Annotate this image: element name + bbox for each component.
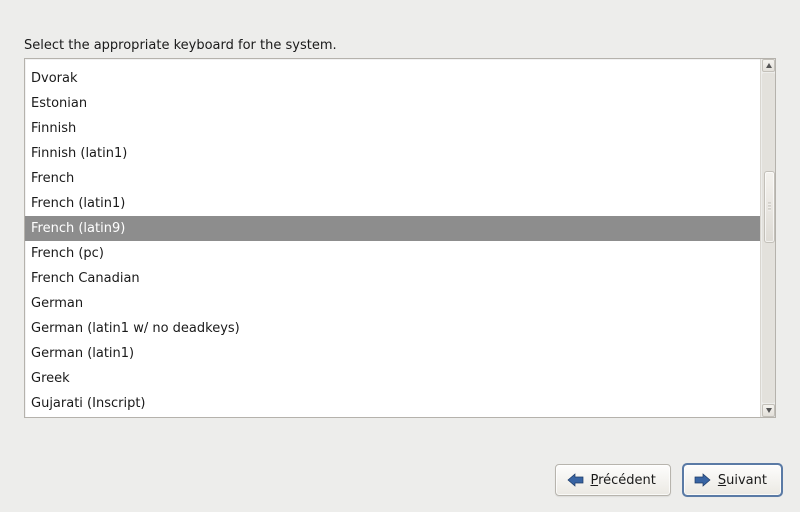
arrow-right-icon (694, 473, 712, 487)
list-item[interactable]: Greek (25, 366, 761, 391)
list-item[interactable]: French (latin1) (25, 191, 761, 216)
scrollbar[interactable] (760, 59, 775, 417)
scroll-down-button[interactable] (762, 404, 775, 417)
list-item[interactable]: Finnish (25, 116, 761, 141)
arrow-left-icon (566, 473, 584, 487)
list-item[interactable]: Dvorak (25, 66, 761, 91)
list-item[interactable]: French (25, 166, 761, 191)
list-item[interactable]: French (latin9) (25, 216, 761, 241)
scroll-up-button[interactable] (762, 59, 775, 72)
next-button[interactable]: Suivant (683, 464, 782, 496)
prompt-label: Select the appropriate keyboard for the … (24, 38, 337, 53)
scrollbar-trough[interactable] (762, 73, 775, 403)
button-bar: Précédent Suivant (555, 464, 782, 496)
list-item[interactable]: French (pc) (25, 241, 761, 266)
list-item[interactable]: Gujarati (Inscript) (25, 391, 761, 416)
chevron-up-icon (766, 63, 772, 68)
list-item[interactable]: German (25, 291, 761, 316)
chevron-down-icon (766, 408, 772, 413)
scrollbar-thumb[interactable] (764, 171, 775, 243)
list-item[interactable]: French Canadian (25, 266, 761, 291)
list-item[interactable]: Estonian (25, 91, 761, 116)
back-button[interactable]: Précédent (555, 464, 670, 496)
list-item[interactable]: Dutch (25, 59, 761, 66)
list-item[interactable]: German (latin1) (25, 341, 761, 366)
back-button-label: Précédent (590, 473, 655, 488)
keyboard-list[interactable]: DutchDvorakEstonianFinnishFinnish (latin… (24, 58, 776, 418)
list-item[interactable]: Finnish (latin1) (25, 141, 761, 166)
list-item[interactable]: German (latin1 w/ no deadkeys) (25, 316, 761, 341)
next-button-label: Suivant (718, 473, 767, 488)
